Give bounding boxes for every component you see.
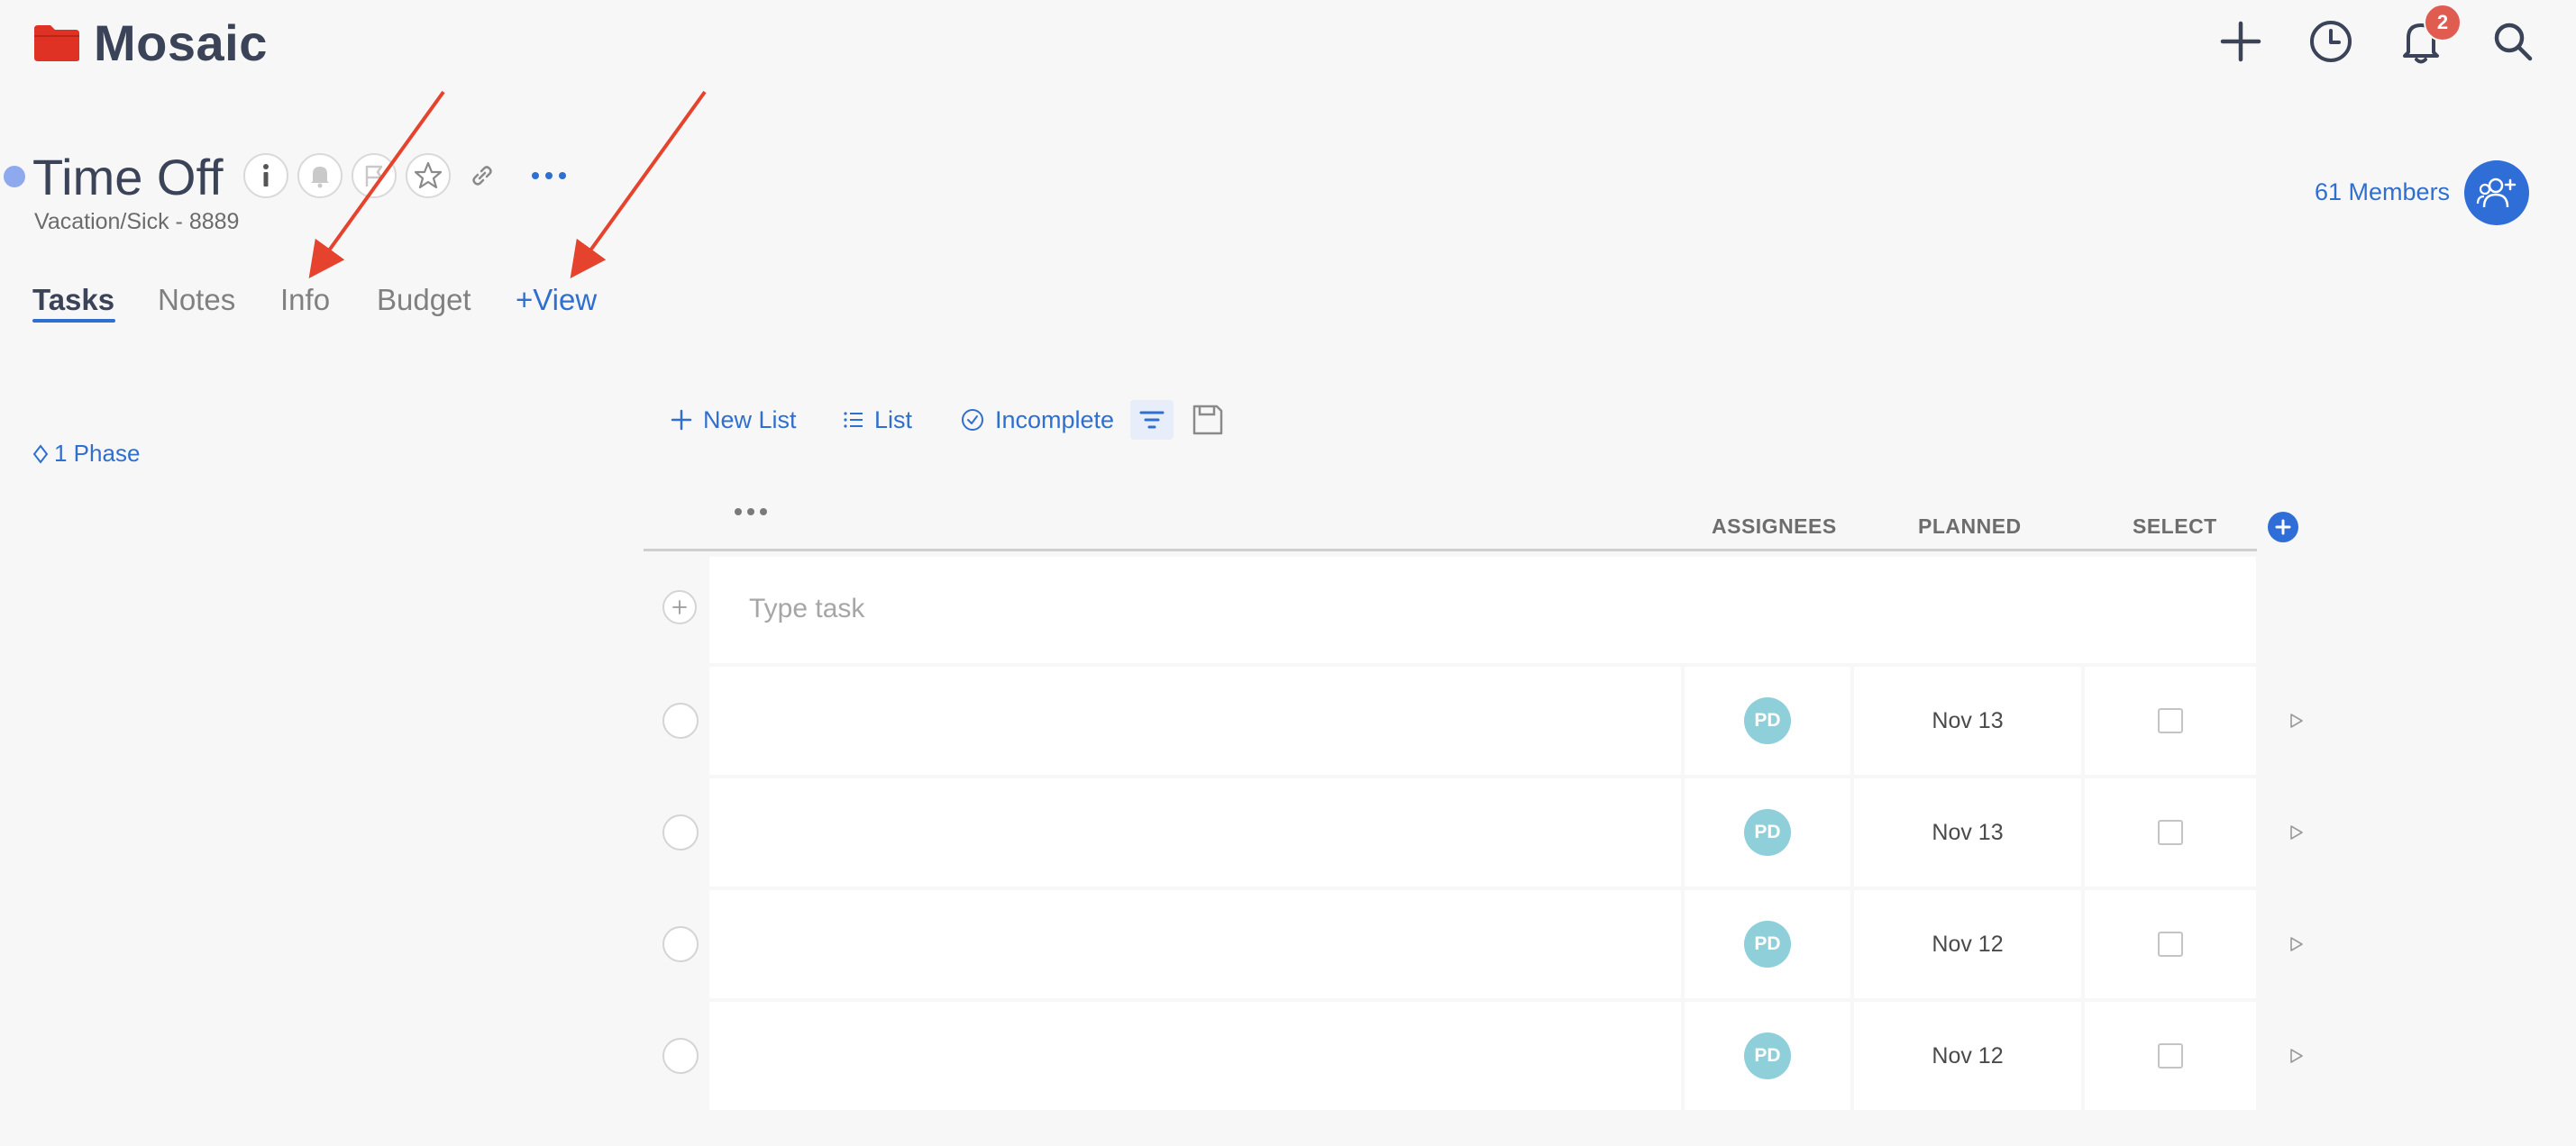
add-member-button[interactable] (2464, 160, 2529, 225)
task-complete-toggle[interactable] (662, 926, 699, 962)
select-cell (2085, 778, 2256, 887)
expand-task-icon[interactable] (2288, 935, 2306, 953)
project-subtitle: Vacation/Sick - 8889 (34, 209, 240, 234)
assignee-cell[interactable]: PD (1685, 1002, 1850, 1110)
table-row[interactable]: PD Nov 12 (709, 890, 2256, 998)
flag-icon[interactable] (352, 153, 397, 198)
expand-task-icon[interactable] (2288, 823, 2306, 841)
folder-icon (32, 23, 81, 63)
save-icon (1192, 405, 1223, 435)
table-row[interactable]: PD Nov 13 (709, 778, 2256, 887)
active-tab-indicator (32, 319, 115, 323)
incomplete-label: Incomplete (995, 405, 1115, 433)
list-view-button[interactable]: List (844, 404, 912, 436)
avatar[interactable]: PD (1744, 1032, 1791, 1079)
new-list-button[interactable]: New List (671, 404, 797, 436)
star-icon[interactable] (406, 153, 451, 198)
plus-icon (2275, 519, 2291, 535)
column-header-select: SELECT (2133, 514, 2217, 538)
clock-icon[interactable] (2302, 13, 2360, 70)
tab-add-view[interactable]: +View (516, 283, 597, 317)
table-row[interactable]: PD Nov 12 (709, 1002, 2256, 1110)
task-name-cell[interactable] (709, 1002, 1681, 1110)
expand-task-icon[interactable] (2288, 712, 2306, 730)
list-options-icon[interactable] (734, 505, 768, 521)
plus-icon[interactable] (2212, 13, 2270, 70)
avatar[interactable]: PD (1744, 809, 1791, 856)
select-checkbox[interactable] (2158, 820, 2183, 845)
select-checkbox[interactable] (2158, 932, 2183, 957)
notification-badge: 2 (2424, 4, 2462, 41)
more-icon[interactable] (526, 153, 571, 198)
assignee-cell[interactable]: PD (1685, 778, 1850, 887)
filter-button[interactable] (1130, 400, 1174, 440)
task-complete-toggle[interactable] (662, 703, 699, 739)
select-cell (2085, 1002, 2256, 1110)
phase-link[interactable]: 1 Phase (32, 440, 140, 468)
save-view-button[interactable] (1188, 402, 1228, 438)
search-icon[interactable] (2484, 13, 2542, 70)
task-name-cell[interactable] (709, 667, 1681, 775)
link-icon[interactable] (460, 153, 505, 198)
column-header-planned: PLANNED (1918, 514, 2022, 538)
tab-info[interactable]: Info (280, 283, 330, 317)
planned-cell[interactable]: Nov 13 (1854, 667, 2081, 775)
task-name-cell[interactable] (709, 890, 1681, 998)
add-column-button[interactable] (2268, 512, 2298, 542)
header-divider (644, 549, 2257, 551)
check-circle-icon (962, 409, 983, 431)
app-name: Mosaic (94, 14, 268, 71)
plus-icon (671, 409, 692, 431)
planned-cell[interactable]: Nov 12 (1854, 890, 2081, 998)
add-task-input[interactable] (749, 594, 2191, 624)
task-name-cell[interactable] (709, 778, 1681, 887)
list-icon (844, 412, 863, 428)
plus-icon (672, 600, 687, 614)
filter-icon (1139, 411, 1165, 429)
incomplete-filter-button[interactable]: Incomplete (961, 404, 1114, 436)
planned-cell[interactable]: Nov 12 (1854, 1002, 2081, 1110)
assignee-cell[interactable]: PD (1685, 890, 1850, 998)
column-header-assignees: ASSIGNEES (1712, 514, 1837, 538)
task-complete-toggle[interactable] (662, 814, 699, 850)
table-row[interactable]: PD Nov 13 (709, 667, 2256, 775)
select-checkbox[interactable] (2158, 708, 2183, 733)
avatar[interactable]: PD (1744, 921, 1791, 968)
project-title: Time Off (32, 149, 224, 205)
members-link[interactable]: 61 Members (2315, 178, 2450, 206)
list-label: List (874, 405, 913, 433)
avatar[interactable]: PD (1744, 697, 1791, 744)
expand-task-icon[interactable] (2288, 1047, 2306, 1065)
tab-tasks[interactable]: Tasks (32, 283, 114, 317)
info-icon[interactable] (243, 153, 288, 198)
select-checkbox[interactable] (2158, 1043, 2183, 1069)
assignee-cell[interactable]: PD (1685, 667, 1850, 775)
add-member-icon (2476, 177, 2517, 208)
tab-budget[interactable]: Budget (377, 283, 471, 317)
task-complete-toggle[interactable] (662, 1038, 699, 1074)
bell-icon[interactable] (297, 153, 343, 198)
diamond-icon (32, 443, 49, 464)
new-list-label: New List (703, 405, 797, 433)
planned-cell[interactable]: Nov 13 (1854, 778, 2081, 887)
select-cell (2085, 667, 2256, 775)
select-cell (2085, 890, 2256, 998)
tab-notes[interactable]: Notes (158, 283, 235, 317)
project-color-dot (4, 166, 25, 187)
phase-label: 1 Phase (54, 440, 141, 467)
add-task-button[interactable] (662, 590, 697, 624)
annotation-arrow-view (570, 90, 707, 278)
